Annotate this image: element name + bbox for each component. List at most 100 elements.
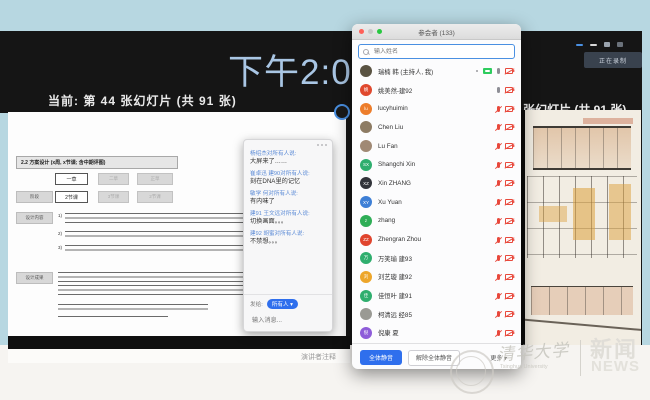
chat-header <box>244 140 332 149</box>
participant-name: 倪康 夏 <box>378 328 491 337</box>
mic-off-icon[interactable] <box>497 199 500 205</box>
speaker-notes-label: 演讲者注释 <box>301 352 336 362</box>
participant-row[interactable]: Lu Fan <box>352 137 521 156</box>
search-icon <box>363 49 369 55</box>
participant-row[interactable]: Chen Liu <box>352 118 521 137</box>
participants-panel: 参会者 (133) 瑞楠 韩 (主持人, 我) 姚 姚美然-建92 lu luc… <box>352 24 521 369</box>
camera-off-icon[interactable] <box>505 293 513 299</box>
chat-text: 切换画面。。。 <box>250 218 326 226</box>
participant-row[interactable]: 倪 倪康 夏 <box>352 324 521 343</box>
participant-name: 瑞楠 韩 (主持人, 我) <box>378 67 470 76</box>
participant-name: Xin ZHANG <box>378 180 491 187</box>
camera-off-icon[interactable] <box>505 255 513 261</box>
avatar: 倪 <box>360 327 372 339</box>
slide-counter-left: 当前: 第 44 张幻灯片 (共 91 张) <box>48 92 237 109</box>
mic-off-icon[interactable] <box>497 162 500 168</box>
participant-row[interactable]: 瑞楠 韩 (主持人, 我) <box>352 62 521 81</box>
participant-row[interactable]: SX Shangchi Xin <box>352 155 521 174</box>
mic-off-icon[interactable] <box>497 180 500 186</box>
minimize-icon[interactable] <box>576 44 583 46</box>
participants-title: 参会者 (133) <box>418 27 454 37</box>
camera-off-icon[interactable] <box>505 199 513 205</box>
grid-view-icon[interactable] <box>604 42 610 47</box>
mic-on-icon[interactable] <box>497 87 500 93</box>
participant-row[interactable]: 姚 姚美然-建92 <box>352 81 521 100</box>
avatar: 刘 <box>360 271 372 283</box>
more-dropdown[interactable]: 更多 ▾ <box>484 352 513 363</box>
participant-row[interactable]: 佳 佳恒叶 建91 <box>352 286 521 305</box>
architectural-sketch <box>520 110 641 345</box>
send-to-label: 发给: <box>250 300 263 308</box>
camera-off-icon[interactable] <box>505 162 513 168</box>
participant-row[interactable]: 刘 刘艺璇 建92 <box>352 268 521 287</box>
camera-off-icon[interactable] <box>505 124 513 130</box>
zoom-icon[interactable] <box>377 29 382 34</box>
mute-all-button[interactable]: 全体静音 <box>360 350 402 365</box>
chat-sender: 杨绍杰对所有人说: <box>250 151 326 158</box>
participant-name: zhang <box>378 217 491 224</box>
camera-off-icon[interactable] <box>505 330 513 336</box>
camera-off-icon[interactable] <box>505 311 513 317</box>
camera-off-icon[interactable] <box>505 143 513 149</box>
mic-off-icon[interactable] <box>497 274 500 280</box>
camera-off-icon[interactable] <box>505 218 513 224</box>
participant-name: Shangchi Xin <box>378 161 491 168</box>
status-dot-icon <box>476 70 478 72</box>
search-input[interactable] <box>372 48 510 56</box>
chat-message: 崔卓迅 建90对所有人说: 刻在DNA里的记忆 <box>250 171 326 186</box>
participant-name: 佳恒叶 建91 <box>378 291 491 300</box>
mic-off-icon[interactable] <box>497 330 500 336</box>
participant-row[interactable]: XZ Xin ZHANG <box>352 174 521 193</box>
chat-sender: 敏学 何对所有人说: <box>250 191 326 198</box>
participant-name: lucyhuimin <box>378 105 491 112</box>
chat-window-controls-icon[interactable] <box>317 144 327 146</box>
chat-message: 建92 胡蜜对所有人说: 不禁想。。。 <box>250 231 326 246</box>
mic-off-icon[interactable] <box>497 218 500 224</box>
camera-off-icon[interactable] <box>505 274 513 280</box>
participant-name: Zhengran Zhou <box>378 236 491 243</box>
text-lines <box>58 304 208 312</box>
mic-off-icon[interactable] <box>497 124 500 130</box>
floating-app-bubble[interactable] <box>334 104 350 120</box>
slide-stage-active: 一草 <box>55 173 88 185</box>
minimize-icon[interactable] <box>368 29 373 34</box>
avatar <box>360 65 372 77</box>
avatar: 佳 <box>360 290 372 302</box>
send-to-dropdown[interactable]: 所有人 ▾ <box>267 299 298 309</box>
mic-off-icon[interactable] <box>497 293 500 299</box>
close-icon[interactable] <box>359 29 364 34</box>
mic-off-icon[interactable] <box>497 255 500 261</box>
chat-message: 建91 王文远对所有人说: 切换画面。。。 <box>250 211 326 226</box>
chat-input[interactable] <box>250 316 326 325</box>
participant-name: 姚美然-建92 <box>378 86 491 95</box>
participants-list: 瑞楠 韩 (主持人, 我) 姚 姚美然-建92 lu lucyhuimin Ch… <box>352 62 521 343</box>
chat-text: 有内味了 <box>250 198 326 206</box>
participant-row[interactable]: ZZ Zhengran Zhou <box>352 230 521 249</box>
chat-message: 杨绍杰对所有人说: 大屏来了…… <box>250 151 326 166</box>
slide-stage-2: 二草 <box>98 173 129 185</box>
camera-off-icon[interactable] <box>505 106 513 112</box>
chat-sender: 建92 胡蜜对所有人说: <box>250 231 326 238</box>
mic-off-icon[interactable] <box>497 106 500 112</box>
camera-off-icon[interactable] <box>505 87 513 93</box>
participant-row[interactable]: lu lucyhuimin <box>352 99 521 118</box>
camera-off-icon[interactable] <box>505 180 513 186</box>
avatar: lu <box>360 103 372 115</box>
restore-icon[interactable] <box>590 44 597 46</box>
participant-row[interactable]: 万 万笑瑜 建93 <box>352 249 521 268</box>
mic-off-icon[interactable] <box>497 237 500 243</box>
camera-off-icon[interactable] <box>505 68 513 74</box>
chat-sender: 崔卓迅 建90对所有人说: <box>250 171 326 178</box>
camera-off-icon[interactable] <box>505 237 513 243</box>
mic-off-icon[interactable] <box>497 143 500 149</box>
mic-on-icon[interactable] <box>497 68 500 74</box>
participant-row[interactable]: z zhang <box>352 212 521 231</box>
participants-titlebar: 参会者 (133) <box>352 24 521 40</box>
mic-off-icon[interactable] <box>497 311 500 317</box>
unmute-all-button[interactable]: 解除全体静音 <box>408 350 460 366</box>
slides-grid-icon[interactable] <box>617 42 623 47</box>
chat-text: 不禁想。。。 <box>250 238 326 246</box>
participant-row[interactable]: XY Xu Yuan <box>352 193 521 212</box>
participant-row[interactable]: 柯清远 经85 <box>352 305 521 324</box>
recording-button[interactable]: 正在录制 <box>584 52 642 68</box>
